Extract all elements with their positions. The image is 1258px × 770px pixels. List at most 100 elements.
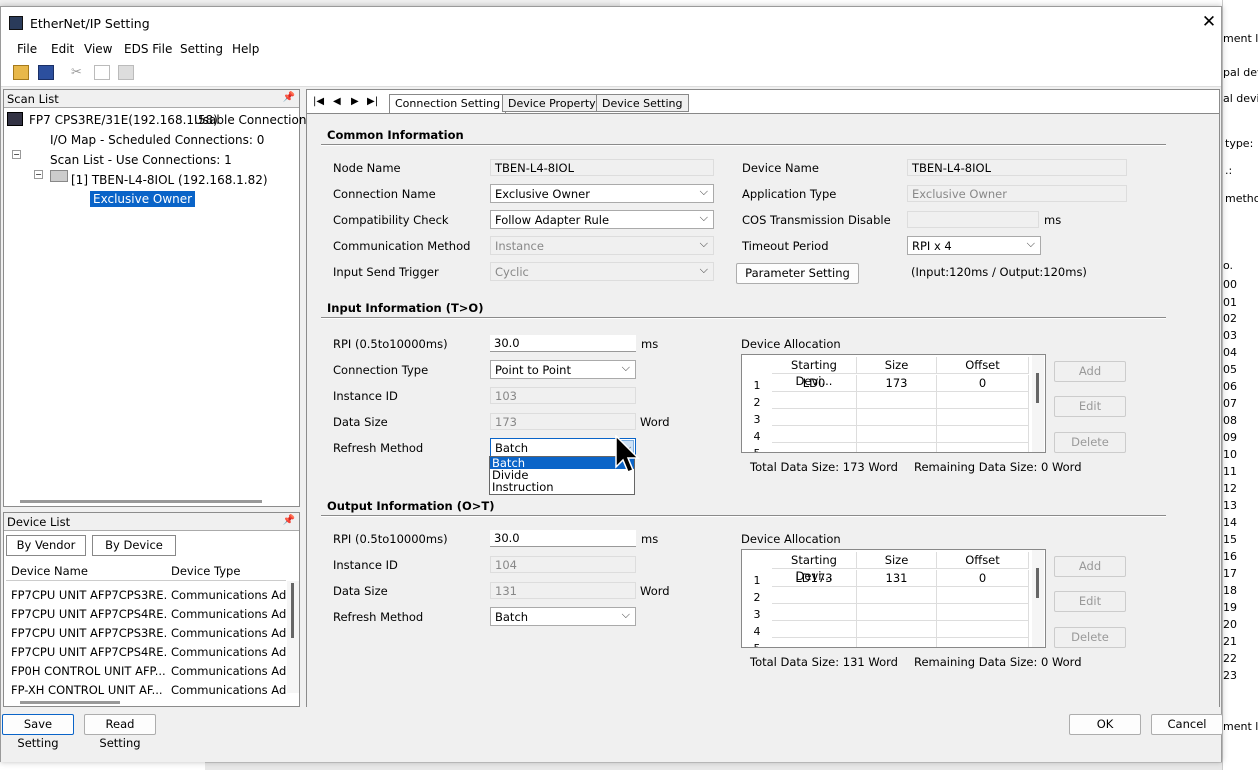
- timeout-period-dropdown[interactable]: RPI x 4 ⌵: [907, 236, 1041, 255]
- size-cell[interactable]: [857, 409, 937, 426]
- output-refresh-dropdown[interactable]: Batch ⌵: [490, 607, 636, 626]
- input-device-allocation-label: Device Allocation: [741, 337, 841, 351]
- size-cell[interactable]: [857, 604, 937, 621]
- tree-device[interactable]: [1] TBEN-L4-8IOL (192.168.1.82): [71, 173, 268, 187]
- chevron-down-icon: ⌵: [699, 185, 708, 198]
- output-delete-button[interactable]: Delete: [1054, 627, 1126, 648]
- output-edit-button[interactable]: Edit: [1054, 591, 1126, 612]
- row-number: 4: [753, 625, 761, 638]
- parameter-setting-button[interactable]: Parameter Setting: [736, 263, 859, 284]
- list-item[interactable]: FP7CPU UNIT AFP7CPS3RE... Communications …: [6, 585, 286, 604]
- menu-help[interactable]: Help: [232, 42, 259, 56]
- size-cell[interactable]: [857, 443, 937, 452]
- list-item[interactable]: FP7CPU UNIT AFP7CPS4RE... Communications …: [6, 604, 286, 623]
- menu-setting[interactable]: Setting: [180, 42, 223, 56]
- input-delete-button[interactable]: Delete: [1054, 432, 1126, 453]
- starting-device-cell[interactable]: [772, 409, 857, 426]
- tab-device-property[interactable]: Device Property: [502, 94, 602, 112]
- horizontal-scrollbar[interactable]: [20, 701, 120, 704]
- ok-button[interactable]: OK: [1069, 714, 1141, 735]
- offset-cell[interactable]: [937, 604, 1029, 621]
- size-cell[interactable]: [857, 392, 937, 409]
- vertical-scrollbar[interactable]: [287, 581, 299, 693]
- col-size[interactable]: Size: [857, 552, 937, 569]
- starting-device-cell[interactable]: [772, 392, 857, 409]
- col-offset[interactable]: Offset: [937, 357, 1029, 374]
- tree-plc[interactable]: FP7 CPS3RE/31E(192.168.1.58): [29, 113, 218, 127]
- tab-by-device[interactable]: By Device: [92, 535, 176, 556]
- input-total-data-size: Total Data Size: 173 Word: [750, 460, 898, 474]
- list-item[interactable]: FP0H CONTROL UNIT AFP... Communications A…: [6, 661, 286, 680]
- offset-cell[interactable]: [937, 392, 1029, 409]
- compatibility-check-dropdown[interactable]: Follow Adapter Rule ⌵: [490, 210, 714, 229]
- list-item[interactable]: FP7CPU UNIT AFP7CPS3RE... Communications …: [6, 623, 286, 642]
- col-size[interactable]: Size: [857, 357, 937, 374]
- background-text: 15: [1223, 533, 1237, 546]
- first-tab-icon[interactable]: |◀: [313, 96, 324, 107]
- option-instruction[interactable]: Instruction: [490, 481, 634, 493]
- starting-device-cell[interactable]: [772, 587, 857, 604]
- offset-cell[interactable]: [937, 587, 1029, 604]
- starting-device-cell[interactable]: [772, 604, 857, 621]
- output-add-button[interactable]: Add: [1054, 556, 1126, 577]
- input-add-button[interactable]: Add: [1054, 361, 1126, 382]
- starting-device-cell[interactable]: LD0: [772, 375, 857, 392]
- starting-device-cell[interactable]: [772, 426, 857, 443]
- tab-by-vendor[interactable]: By Vendor: [6, 535, 86, 556]
- size-cell[interactable]: 173: [857, 375, 937, 392]
- collapse-icon[interactable]: −: [34, 170, 43, 179]
- close-icon[interactable]: ✕: [1197, 10, 1221, 34]
- output-rpi-field[interactable]: 30.0: [490, 530, 636, 547]
- read-setting-button[interactable]: Read Setting: [84, 714, 156, 750]
- connection-type-dropdown[interactable]: Point to Point ⌵: [490, 360, 636, 379]
- size-cell[interactable]: [857, 621, 937, 638]
- vertical-scrollbar[interactable]: [1032, 355, 1044, 452]
- size-cell[interactable]: [857, 638, 937, 647]
- col-offset[interactable]: Offset: [937, 552, 1029, 569]
- starting-device-cell[interactable]: LD173: [772, 570, 857, 587]
- tree-connection-selected[interactable]: Exclusive Owner: [90, 191, 196, 207]
- connection-name-dropdown[interactable]: Exclusive Owner ⌵: [490, 184, 714, 203]
- col-device-type[interactable]: Device Type: [171, 564, 240, 578]
- tab-connection-setting[interactable]: Connection Setting: [389, 94, 507, 113]
- horizontal-scrollbar[interactable]: [20, 500, 262, 503]
- cancel-button[interactable]: Cancel: [1151, 714, 1223, 735]
- offset-cell[interactable]: [937, 638, 1029, 647]
- menu-eds-file[interactable]: EDS File: [124, 42, 172, 56]
- size-cell[interactable]: [857, 587, 937, 604]
- offset-cell[interactable]: 0: [937, 375, 1029, 392]
- starting-device-cell[interactable]: [772, 638, 857, 647]
- size-cell[interactable]: 131: [857, 570, 937, 587]
- offset-cell[interactable]: [937, 443, 1029, 452]
- collapse-icon[interactable]: −: [12, 150, 21, 159]
- menu-view[interactable]: View: [84, 42, 112, 56]
- list-item[interactable]: FP-XH CONTROL UNIT AF... Communications A…: [6, 680, 286, 699]
- menu-file[interactable]: File: [17, 42, 37, 56]
- prev-tab-icon[interactable]: ◀: [333, 96, 341, 107]
- input-rpi-field[interactable]: 30.0: [490, 335, 636, 352]
- pin-icon[interactable]: 📌: [283, 92, 295, 103]
- tree-scan-list[interactable]: Scan List - Use Connections: 1: [50, 153, 232, 167]
- save-icon[interactable]: [38, 65, 54, 80]
- save-setting-button[interactable]: Save Setting: [2, 714, 74, 750]
- starting-device-cell[interactable]: [772, 621, 857, 638]
- last-tab-icon[interactable]: ▶|: [367, 96, 378, 107]
- input-edit-button[interactable]: Edit: [1054, 396, 1126, 417]
- tree-io-map[interactable]: I/O Map - Scheduled Connections: 0: [50, 133, 264, 147]
- tab-device-setting[interactable]: Device Setting: [596, 94, 689, 112]
- menu-edit[interactable]: Edit: [51, 42, 74, 56]
- open-folder-icon[interactable]: [13, 65, 29, 80]
- size-cell[interactable]: [857, 426, 937, 443]
- col-device-name[interactable]: Device Name: [11, 564, 88, 578]
- offset-cell[interactable]: [937, 409, 1029, 426]
- pin-icon[interactable]: 📌: [283, 515, 295, 526]
- offset-cell[interactable]: 0: [937, 570, 1029, 587]
- col-starting-device[interactable]: Starting Devi...: [772, 552, 857, 583]
- offset-cell[interactable]: [937, 426, 1029, 443]
- offset-cell[interactable]: [937, 621, 1029, 638]
- starting-device-cell[interactable]: [772, 443, 857, 452]
- list-item[interactable]: FP7CPU UNIT AFP7CPS4RE... Communications …: [6, 642, 286, 661]
- vertical-scrollbar[interactable]: [1032, 550, 1044, 647]
- next-tab-icon[interactable]: ▶: [351, 96, 359, 107]
- col-starting-device[interactable]: Starting Devi...: [772, 357, 857, 388]
